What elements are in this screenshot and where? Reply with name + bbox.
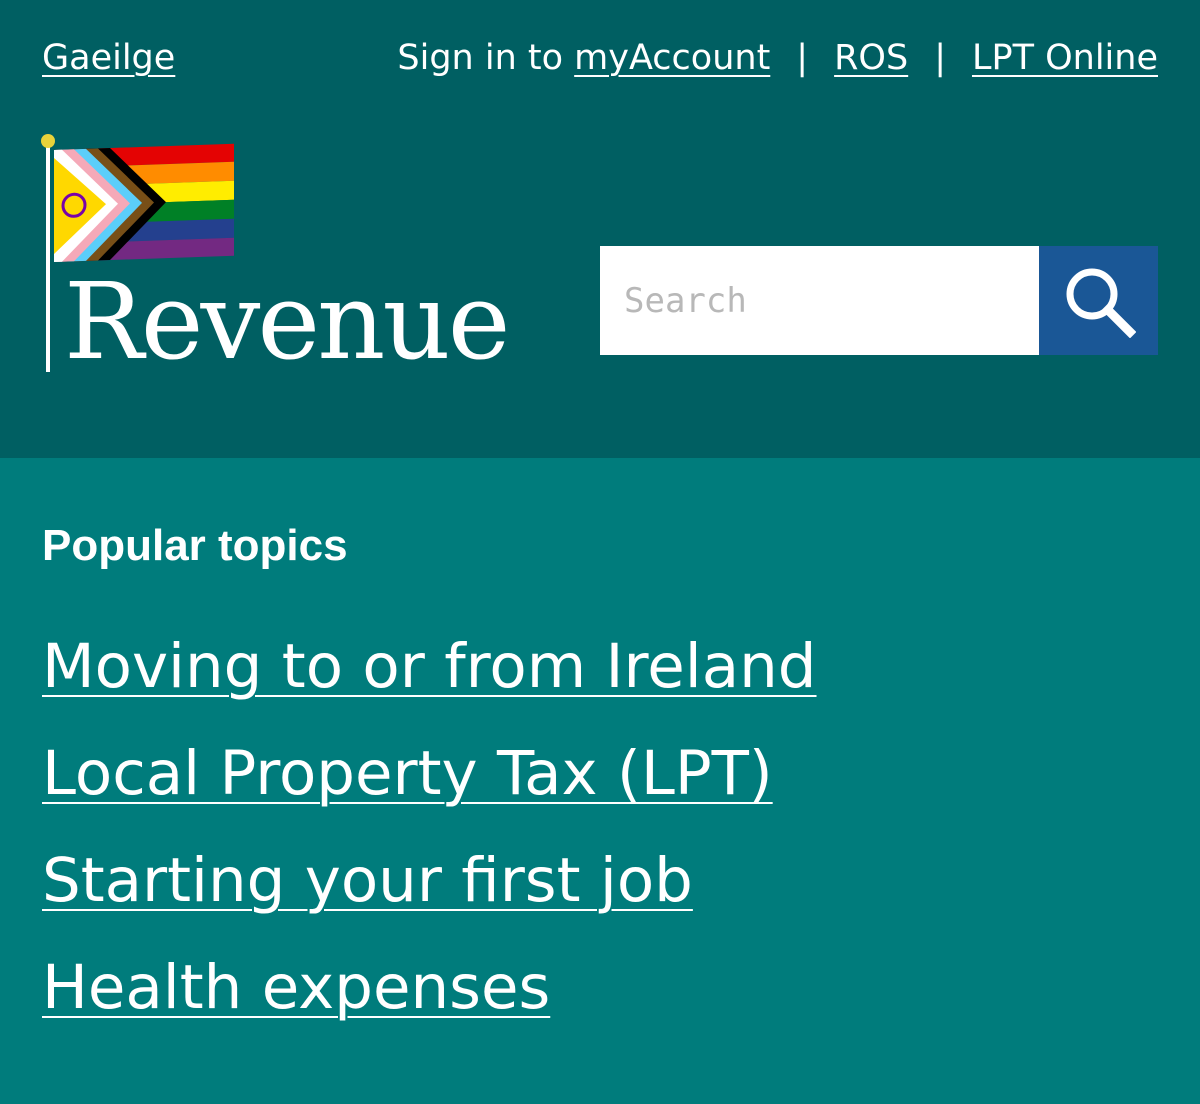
search-form — [600, 246, 1158, 355]
search-icon — [1066, 268, 1136, 338]
list-item: Starting your first job — [42, 846, 1158, 953]
topic-link-starting-your-first-job[interactable]: Starting your first job — [42, 845, 693, 916]
popular-topics-heading: Popular topics — [42, 521, 348, 570]
gaeilge-link[interactable]: Gaeilge — [42, 34, 175, 82]
account-links: Sign in to myAccount | ROS | LPT Online — [397, 34, 1158, 82]
lpt-online-link[interactable]: LPT Online — [972, 38, 1158, 78]
topic-link-moving-to-or-from-ireland[interactable]: Moving to or from Ireland — [42, 631, 817, 702]
topic-link-local-property-tax[interactable]: Local Property Tax (LPT) — [42, 738, 773, 809]
site-header: Gaeilge Sign in to myAccount | ROS | LPT Onl… — [0, 0, 1200, 458]
myaccount-link[interactable]: myAccount — [574, 38, 770, 78]
top-navigation: Gaeilge Sign in to myAccount | ROS | LPT Onl… — [42, 34, 1158, 82]
sign-in-label: Sign in to — [397, 38, 564, 78]
revenue-wordmark: Revenue — [64, 260, 510, 383]
nav-separator: | — [934, 38, 946, 78]
list-item: Moving to or from Ireland — [42, 632, 1158, 739]
ros-link[interactable]: ROS — [834, 38, 908, 78]
list-item: Local Property Tax (LPT) — [42, 739, 1158, 846]
popular-topics-section: Popular topics Moving to or from Ireland… — [42, 520, 1158, 1060]
search-input[interactable] — [600, 246, 1039, 355]
nav-separator: | — [796, 38, 809, 78]
revenue-logo[interactable]: Revenue — [40, 132, 560, 382]
search-button[interactable] — [1039, 246, 1158, 355]
popular-topics-list: Moving to or from Ireland Local Property… — [42, 632, 1158, 1060]
topic-link-health-expenses[interactable]: Health expenses — [42, 952, 550, 1023]
list-item: Health expenses — [42, 953, 1158, 1060]
